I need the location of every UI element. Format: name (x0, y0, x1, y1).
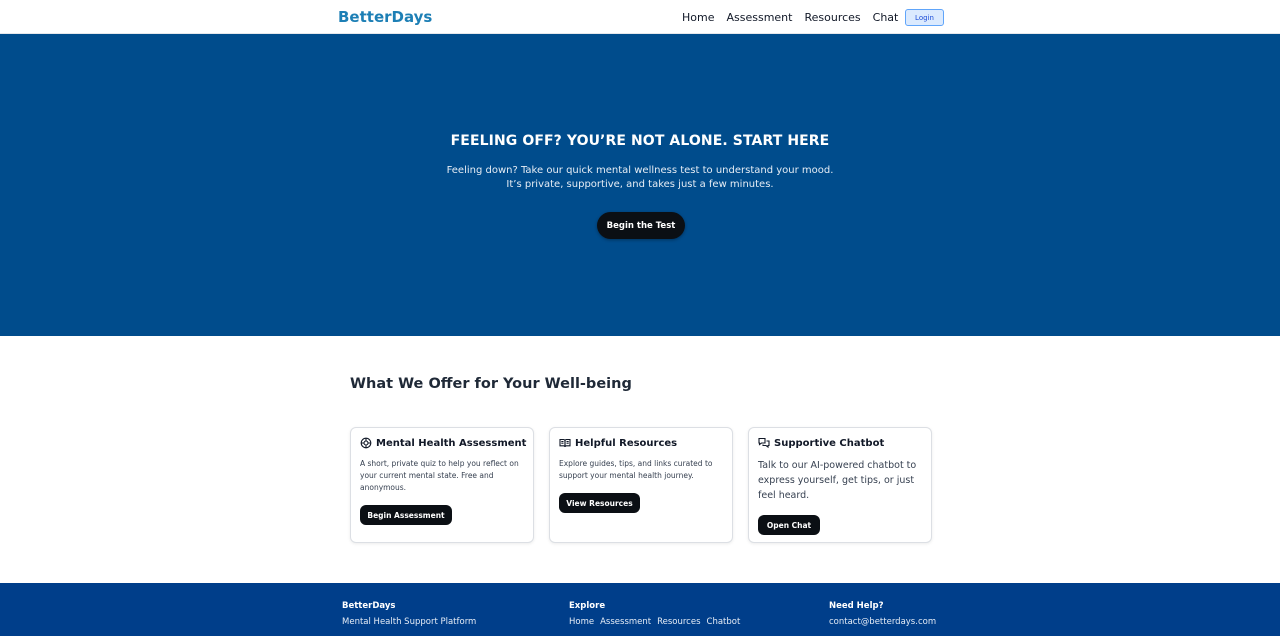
footer-about: BetterDays Mental Health Support Platfor… (342, 601, 476, 627)
footer-link-chatbot[interactable]: Chatbot (707, 617, 741, 627)
view-resources-button[interactable]: View Resources (559, 493, 640, 513)
hero-description: Feeling down? Take our quick mental well… (446, 165, 834, 190)
nav-links: Home Assessment Resources Chat (682, 11, 910, 24)
card-description: Explore guides, tips, and links curated … (559, 459, 713, 480)
hero-title: FEELING OFF? YOU’RE NOT ALONE. START HER… (450, 133, 830, 149)
footer-tagline: Mental Health Support Platform (342, 617, 477, 627)
offer-card-assessment: Mental Health Assessment A short, privat… (350, 427, 534, 543)
begin-test-button[interactable]: Begin the Test (597, 212, 685, 239)
card-description: A short, private quiz to help you reflec… (360, 459, 519, 492)
footer-brand: BetterDays (342, 601, 396, 611)
footer-explore: Explore Home Assessment Resources Chatbo… (569, 601, 746, 627)
login-button[interactable]: Login (905, 9, 944, 26)
footer-link-home[interactable]: Home (569, 617, 594, 627)
footer-help-heading: Need Help? (829, 601, 884, 611)
nav-link-chat[interactable]: Chat (873, 11, 899, 24)
card-description: Talk to our AI-powered chatbot to expres… (758, 460, 917, 501)
nav-link-home[interactable]: Home (682, 11, 714, 24)
nav-link-assessment[interactable]: Assessment (726, 11, 792, 24)
card-title: Helpful Resources (575, 437, 678, 449)
footer-contact-email[interactable]: contact@betterdays.com (829, 617, 936, 627)
offer-card-chatbot: Supportive Chatbot Talk to our AI-powere… (748, 427, 932, 543)
chat-icon (758, 437, 770, 449)
open-chat-button[interactable]: Open Chat (758, 515, 820, 535)
footer-link-resources[interactable]: Resources (657, 617, 700, 627)
brain-icon (360, 437, 372, 449)
footer-explore-heading: Explore (569, 601, 606, 611)
nav-link-resources[interactable]: Resources (804, 11, 860, 24)
hero-section: FEELING OFF? YOU’RE NOT ALONE. START HER… (0, 34, 1280, 336)
offers-title: What We Offer for Your Well-being (350, 376, 632, 392)
offer-card-resources: Helpful Resources Explore guides, tips, … (549, 427, 733, 543)
footer-help: Need Help? contact@betterdays.com (829, 601, 936, 627)
begin-assessment-button[interactable]: Begin Assessment (360, 505, 452, 525)
footer: BetterDays Mental Health Support Platfor… (0, 583, 1280, 636)
navbar: BetterDays Home Assessment Resources Cha… (0, 0, 1280, 34)
brand-logo[interactable]: BetterDays (338, 8, 432, 26)
card-title: Supportive Chatbot (774, 437, 885, 449)
book-icon (559, 437, 571, 449)
card-title: Mental Health Assessment (376, 437, 527, 449)
footer-link-assessment[interactable]: Assessment (600, 617, 651, 627)
